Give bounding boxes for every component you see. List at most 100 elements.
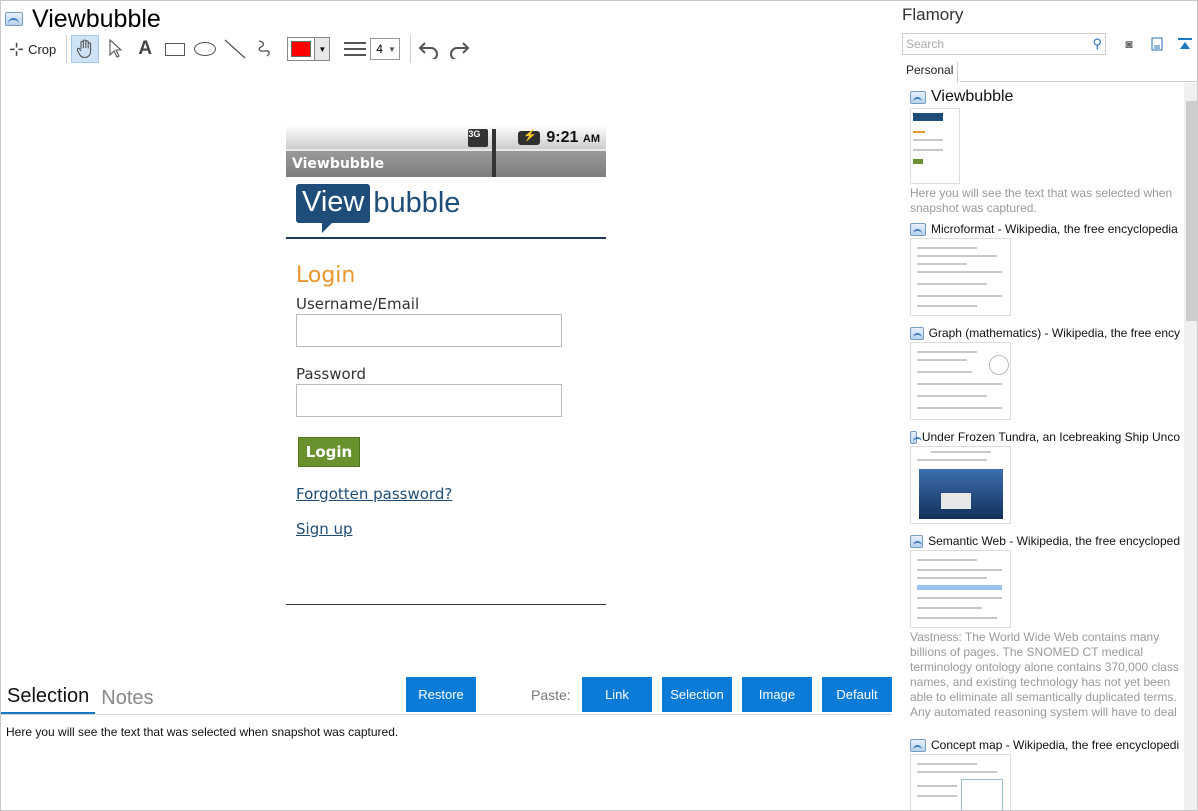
bottom-tabs: Selection Notes xyxy=(1,682,160,714)
snapshot-title: Graph (mathematics) - Wikipedia, the fre… xyxy=(910,326,1180,340)
logo-text: bubble xyxy=(373,187,461,219)
status-clock: 9:21 AM xyxy=(546,129,600,146)
side-tab-divider xyxy=(960,81,1197,82)
pointer-tool-button[interactable] xyxy=(101,35,129,63)
paste-default-button[interactable]: Default xyxy=(822,677,892,712)
camera-icon[interactable]: ◙ xyxy=(1121,36,1137,52)
search-placeholder: Search xyxy=(906,37,945,51)
text-icon: A xyxy=(138,38,153,59)
logo-bubble: View xyxy=(296,184,371,233)
snapshot-thumbnail xyxy=(910,754,1011,810)
redo-button[interactable] xyxy=(445,35,473,63)
selection-text: Here you will see the text that was sele… xyxy=(6,725,399,739)
snapshot-thumbnail xyxy=(910,342,1011,420)
snapshot-title: Semantic Web - Wikipedia, the free encyc… xyxy=(910,534,1180,548)
login-heading: Login xyxy=(296,263,356,288)
snapshot-title: Viewbubble xyxy=(910,88,1180,106)
logo-divider xyxy=(286,237,606,239)
page-icon xyxy=(910,326,924,340)
phone-bottom-line xyxy=(286,604,606,605)
crop-label: Crop xyxy=(28,41,57,57)
signal-icon xyxy=(492,129,514,177)
paste-link-button[interactable]: Link xyxy=(582,677,652,712)
snapshot-item[interactable]: Semantic Web - Wikipedia, the free encyc… xyxy=(910,534,1180,722)
hand-icon xyxy=(77,39,92,59)
side-panel-title: Flamory xyxy=(902,5,964,24)
flamory-window: Viewbubble ⊹ Crop A ▼ 4 ▼ 3G ⚡ 9:21 AM V… xyxy=(0,0,1198,811)
snapshot-thumbnail xyxy=(910,238,1011,316)
sign-up-link[interactable]: Sign up xyxy=(296,520,353,538)
ellipse-icon xyxy=(194,42,217,56)
3g-icon: 3G xyxy=(468,129,489,147)
paste-label: Paste: xyxy=(531,687,571,703)
page-icon xyxy=(910,222,926,236)
snapshot-item[interactable]: Microformat - Wikipedia, the free encycl… xyxy=(910,222,1180,316)
password-field[interactable] xyxy=(296,384,562,417)
chevron-down-icon: ▼ xyxy=(314,38,330,60)
window-title-bar: Viewbubble xyxy=(5,4,161,34)
freehand-icon xyxy=(258,40,270,57)
snapshot-thumbnail xyxy=(910,108,960,184)
snapshot-item[interactable]: Under Frozen Tundra, an Icebreaking Ship… xyxy=(910,430,1180,524)
snapshot-image: 3G 9:21 AM Viewbubble View bubble Login … xyxy=(286,127,606,607)
password-label: Password xyxy=(296,365,367,383)
undo-button[interactable] xyxy=(415,35,443,63)
line-width-select[interactable]: 4 ▼ xyxy=(370,38,401,60)
toolbar-divider xyxy=(410,35,412,63)
page-icon xyxy=(910,534,924,548)
snapshot-thumbnail xyxy=(910,446,1011,524)
rectangle-tool-button[interactable] xyxy=(161,35,189,63)
side-scrollbar[interactable] xyxy=(1184,83,1197,810)
text-tool-button[interactable]: A xyxy=(131,35,159,63)
snapshot-item[interactable]: Viewbubble Here you will see the text th… xyxy=(910,88,1180,216)
search-icon[interactable]: ⚲ xyxy=(1092,36,1102,52)
page-icon xyxy=(910,430,922,444)
login-button[interactable]: Login xyxy=(298,437,360,467)
crop-icon: ⊹ xyxy=(9,38,25,59)
tab-selection[interactable]: Selection xyxy=(1,685,96,714)
restore-button[interactable]: Restore xyxy=(406,677,476,712)
snapshot-title: Microformat - Wikipedia, the free encycl… xyxy=(910,222,1180,236)
app-bar-title: Viewbubble xyxy=(286,149,606,177)
tab-personal[interactable]: Personal xyxy=(902,62,959,83)
hand-tool-button[interactable] xyxy=(71,35,100,63)
snapshot-description: Here you will see the text that was sele… xyxy=(910,186,1173,215)
chevron-down-icon: ▼ xyxy=(387,44,396,54)
line-tool-button[interactable] xyxy=(221,35,249,63)
page-icon xyxy=(910,738,926,752)
rectangle-icon xyxy=(165,42,186,56)
snapshot-item[interactable]: Graph (mathematics) - Wikipedia, the fre… xyxy=(910,326,1180,420)
color-swatch xyxy=(291,41,312,57)
snapshot-item[interactable]: Concept map - Wikipedia, the free encycl… xyxy=(910,738,1180,810)
freehand-tool-button[interactable] xyxy=(251,35,279,63)
paste-selection-button[interactable]: Selection xyxy=(662,677,732,712)
line-width-icon xyxy=(344,42,367,56)
username-label: Username/Email xyxy=(296,295,420,313)
line-icon xyxy=(224,39,246,59)
app-icon xyxy=(5,12,23,26)
redo-icon xyxy=(450,42,470,59)
battery-icon xyxy=(518,129,541,145)
line-width-value: 4 xyxy=(376,42,383,56)
collapse-icon[interactable] xyxy=(1177,36,1193,52)
forgot-password-link[interactable]: Forgotten password? xyxy=(296,485,452,503)
snapshot-thumbnail xyxy=(910,550,1011,628)
document-icon[interactable] xyxy=(1149,36,1165,52)
username-field[interactable] xyxy=(296,314,562,347)
scrollbar-thumb[interactable] xyxy=(1186,101,1197,321)
window-title: Viewbubble xyxy=(32,4,161,33)
tabs-divider xyxy=(1,714,892,715)
color-picker[interactable]: ▼ xyxy=(287,37,331,61)
tab-notes[interactable]: Notes xyxy=(95,687,159,714)
side-panel: Flamory Search ⚲ ◙ Personal Viewbubble H… xyxy=(897,1,1197,810)
ellipse-tool-button[interactable] xyxy=(191,35,219,63)
status-bar: 3G 9:21 AM xyxy=(286,127,606,177)
crop-button[interactable]: ⊹ Crop xyxy=(5,35,60,63)
paste-image-button[interactable]: Image xyxy=(742,677,812,712)
snapshot-title: Concept map - Wikipedia, the free encycl… xyxy=(910,738,1180,752)
snapshot-title: Under Frozen Tundra, an Icebreaking Ship… xyxy=(910,430,1180,444)
undo-icon xyxy=(418,42,439,59)
annotation-toolbar: ⊹ Crop A ▼ 4 ▼ xyxy=(5,34,475,64)
viewbubble-logo: View bubble xyxy=(296,184,461,233)
search-input[interactable]: Search ⚲ xyxy=(902,33,1106,55)
